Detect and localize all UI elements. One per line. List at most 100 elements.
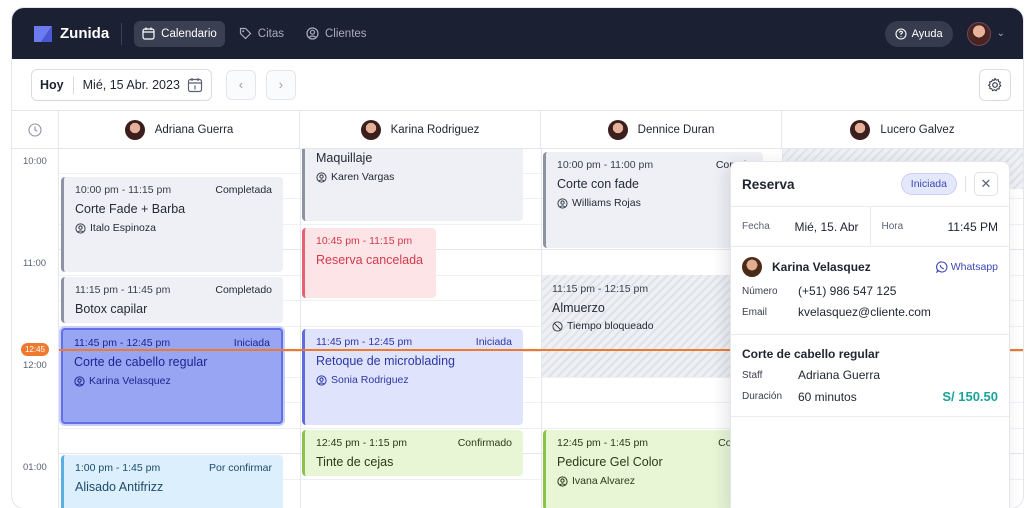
app-window: Zunida Calendario Citas Clientes Ayuda ⌄…	[12, 8, 1023, 508]
next-day-button[interactable]: ›	[265, 69, 296, 100]
status-badge[interactable]: Iniciada	[900, 173, 957, 195]
email-value: kvelasquez@cliente.com	[798, 305, 931, 319]
today-button[interactable]: Hoy	[40, 78, 64, 92]
date-picker[interactable]: Hoy Mié, 15 Abr. 2023	[31, 68, 212, 101]
close-icon: ✕	[980, 176, 992, 191]
zunida-logo-icon	[34, 25, 52, 42]
staff-column-dennice[interactable]: Dennice Duran	[541, 111, 782, 148]
staff-name: Dennice Duran	[637, 123, 715, 136]
duracion-value: 60 minutos	[798, 389, 857, 404]
clock-cell	[12, 111, 59, 148]
appointment-time: 11:45 pm - 12:45 pm	[74, 337, 171, 349]
appointment-status: Iniciada	[233, 337, 270, 349]
date-divider	[72, 75, 74, 94]
numero-label: Número	[742, 285, 778, 297]
column-divider	[300, 149, 301, 508]
hora-value: 11:45 PM	[947, 219, 998, 234]
tab-calendario[interactable]: Calendario	[134, 20, 225, 47]
appointment-card[interactable]: 11:15 pm - 11:45 pm Completado Botox cap…	[61, 277, 283, 323]
avatar	[850, 119, 871, 140]
duracion-row: Duración 60 minutos S/ 150.50	[742, 389, 998, 404]
appointment-title: Reserva cancelada	[316, 253, 424, 267]
top-navbar: Zunida Calendario Citas Clientes Ayuda ⌄	[12, 8, 1023, 59]
avatar	[124, 119, 145, 140]
appointment-title: Tinte de cejas	[316, 455, 394, 469]
user-circle-icon	[557, 475, 568, 487]
appointment-client: Italo Espinoza	[75, 222, 272, 234]
time-label: 10:00	[23, 156, 47, 167]
appointment-card[interactable]: 11:45 pm - 12:45 pm Iniciada Retoque de …	[302, 329, 523, 425]
calendar-toolbar: Hoy Mié, 15 Abr. 2023 ‹ ›	[12, 59, 1023, 111]
hora-cell: Hora 11:45 PM	[869, 207, 1010, 246]
service-title: Corte de cabello regular	[742, 347, 880, 361]
help-label: Ayuda	[911, 27, 943, 40]
user-avatar[interactable]	[966, 21, 991, 46]
help-button[interactable]: Ayuda	[884, 20, 953, 47]
staff-column-lucero[interactable]: Lucero Galvez	[782, 111, 1023, 148]
appointment-card[interactable]: 1:00 pm - 1:45 pm Por confirmar Alisado …	[61, 455, 283, 508]
settings-button[interactable]	[979, 68, 1011, 101]
appointment-client: Karina Velasquez	[74, 375, 270, 387]
client-name: Sonia Rodriguez	[331, 374, 409, 386]
gear-icon	[988, 77, 1002, 91]
client-header: Karina Velasquez Whatsapp	[742, 257, 998, 277]
nav-right: Ayuda ⌄	[884, 20, 1005, 47]
tag-icon	[239, 27, 252, 40]
appointment-time: 12:45 pm - 1:15 pm	[316, 437, 408, 449]
tab-label: Clientes	[325, 27, 367, 40]
numero-value: (+51) 986 547 125	[798, 284, 897, 298]
appointment-title: Maquillaje	[316, 151, 373, 165]
staff-name: Lucero Galvez	[880, 123, 955, 136]
appointment-time: 11:45 pm - 12:45 pm	[316, 336, 413, 348]
question-circle-icon	[895, 27, 907, 40]
whatsapp-icon	[935, 261, 948, 273]
numero-row: Número (+51) 986 547 125	[742, 284, 998, 298]
panel-header: Reserva Iniciada ✕	[731, 162, 1009, 207]
duracion-label: Duración	[742, 391, 783, 402]
user-circle-icon	[557, 197, 568, 209]
whatsapp-label: Whatsapp	[950, 261, 998, 273]
price: S/ 150.50	[942, 389, 998, 404]
hora-label: Hora	[881, 221, 904, 232]
client-name: Ivana Alvarez	[572, 475, 636, 487]
avatar	[742, 257, 762, 277]
prev-day-button[interactable]: ‹	[225, 69, 256, 100]
chevron-left-icon: ‹	[238, 77, 244, 92]
appointment-client: Sonia Rodriguez	[316, 374, 512, 386]
appointment-title: Corte con fade	[557, 177, 639, 191]
appointment-status: Completada	[215, 184, 272, 196]
appointment-title: Corte Fade + Barba	[75, 202, 186, 216]
blocked-icon	[552, 320, 563, 332]
user-circle-icon	[316, 171, 327, 183]
staff-column-karina[interactable]: Karina Rodriguez	[300, 111, 541, 148]
appointment-card[interactable]: 10:00 pm - 11:15 pm Completada Corte Fad…	[61, 177, 283, 272]
user-circle-icon	[74, 375, 85, 387]
fecha-label: Fecha	[742, 221, 770, 232]
calendar-icon	[142, 27, 155, 40]
blocked-note: Tiempo bloqueado	[552, 320, 732, 332]
whatsapp-link[interactable]: Whatsapp	[935, 261, 998, 273]
tab-label: Calendario	[161, 27, 217, 40]
logo[interactable]: Zunida	[32, 23, 109, 45]
tab-citas[interactable]: Citas	[231, 21, 292, 47]
time-label: 01:00	[23, 462, 47, 473]
cancelled-appointment-card[interactable]: 10:45 pm - 11:15 pm Reserva cancelada	[302, 228, 436, 298]
close-button[interactable]: ✕	[974, 172, 998, 196]
calendar-day-icon[interactable]	[187, 77, 203, 93]
blocked-time-card[interactable]: 11:15 pm - 12:15 pm Almuerzo Tiempo bloq…	[542, 277, 742, 337]
header-divider	[965, 176, 966, 192]
tab-clientes[interactable]: Clientes	[298, 21, 375, 47]
appointment-title: Corte de cabello regular	[74, 355, 208, 369]
chevron-down-icon[interactable]: ⌄	[997, 28, 1005, 39]
appointment-card[interactable]: 12:45 pm - 1:15 pm Confirmado Tinte de c…	[302, 430, 523, 476]
staff-column-adriana[interactable]: Adriana Guerra	[59, 111, 300, 148]
appointment-card-selected[interactable]: 11:45 pm - 12:45 pm Iniciada Corte de ca…	[61, 328, 283, 424]
fecha-cell: Fecha Mié, 15. Abr	[731, 207, 870, 246]
appointment-status: Por confirmar	[208, 462, 272, 474]
service-section: Corte de cabello regular Staff Adriana G…	[731, 335, 1009, 417]
app-name: Zunida	[60, 25, 110, 42]
appointment-card[interactable]: Maquillaje Karen Vargas	[302, 149, 523, 221]
time-label: 11:00	[23, 258, 47, 269]
nav-divider	[121, 22, 123, 45]
fecha-value: Mié, 15. Abr	[794, 219, 859, 234]
